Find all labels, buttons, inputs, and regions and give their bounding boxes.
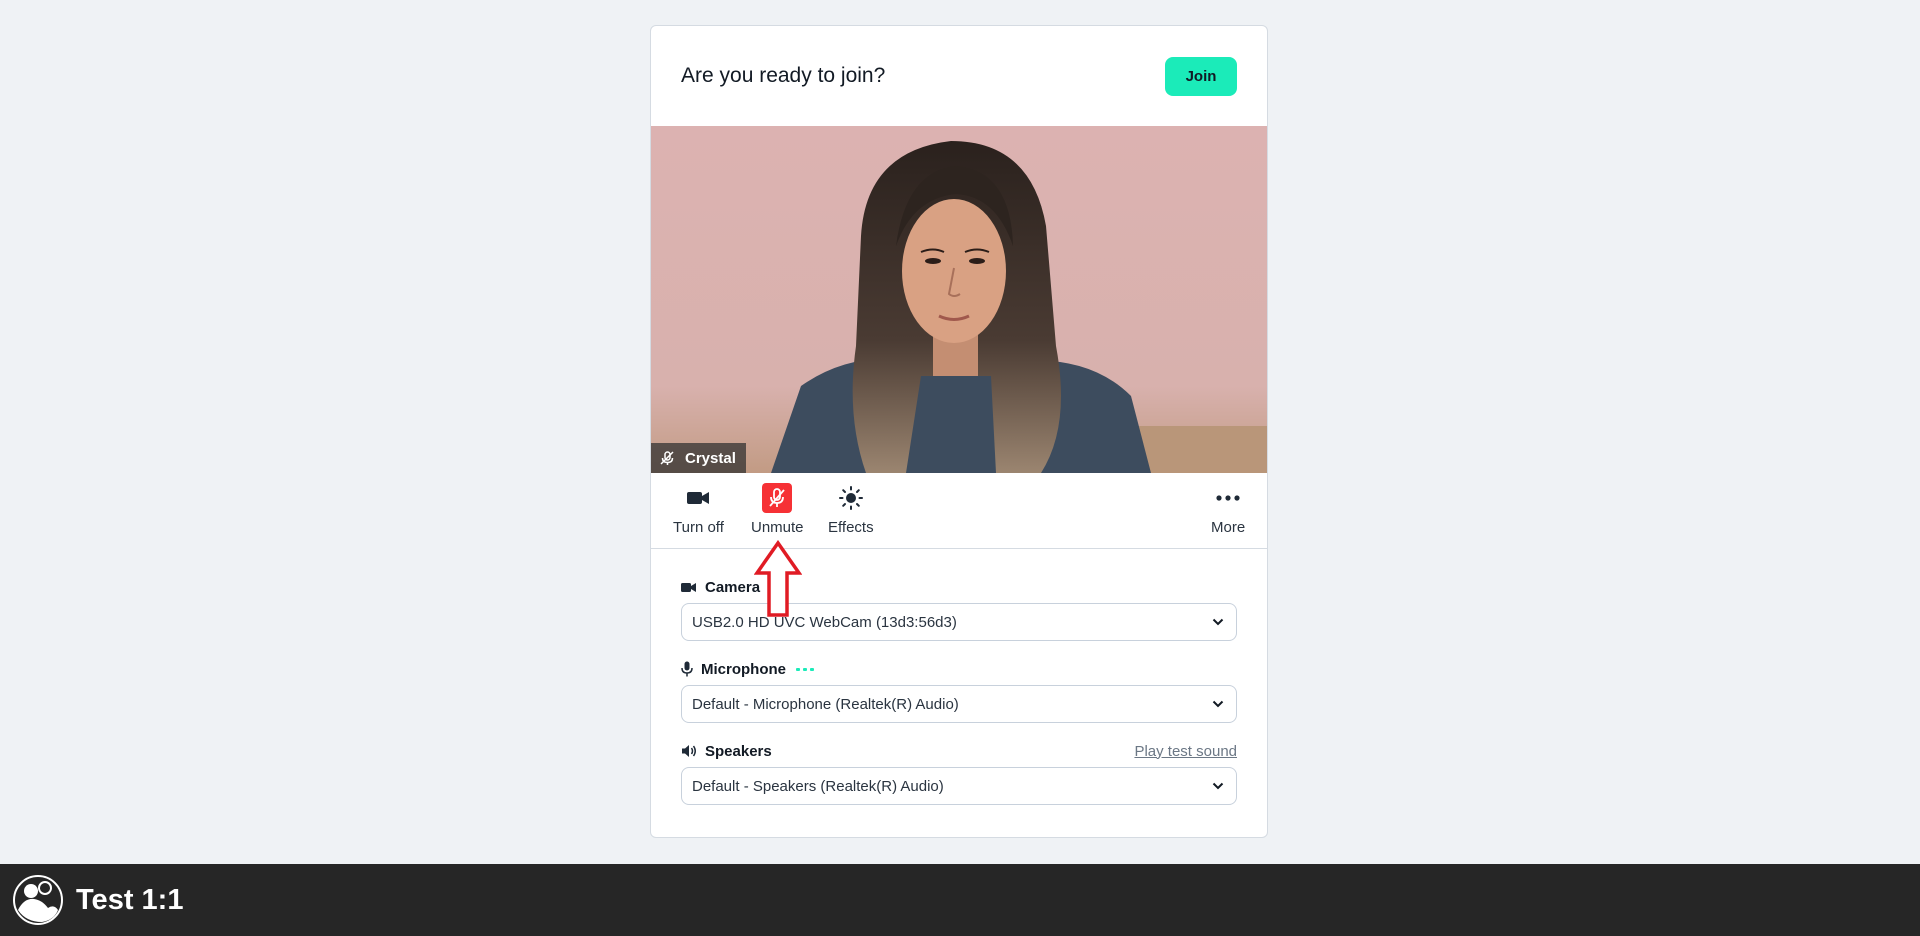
participant-name: Crystal bbox=[685, 449, 736, 467]
device-settings: Camera USB2.0 HD UVC WebCam (13d3:56d3) bbox=[651, 549, 1267, 805]
camera-select-value: USB2.0 HD UVC WebCam (13d3:56d3) bbox=[692, 613, 957, 631]
card-header: Are you ready to join? Join bbox=[651, 26, 1267, 126]
unmute-button[interactable]: Unmute bbox=[751, 483, 804, 536]
speakers-setting: Speakers Play test sound Default - Speak… bbox=[681, 741, 1237, 805]
microphone-select-value: Default - Microphone (Realtek(R) Audio) bbox=[692, 695, 959, 713]
media-controls: Turn off Unmute Effects More bbox=[651, 473, 1267, 549]
chevron-down-icon bbox=[1212, 700, 1224, 708]
microphone-setting: Microphone Default - Microphone (Realtek… bbox=[681, 659, 1237, 723]
effects-label: Effects bbox=[828, 519, 874, 536]
prejoin-title: Are you ready to join? bbox=[681, 64, 886, 87]
bottom-bar: Test 1:1 bbox=[0, 864, 1920, 936]
audio-level-indicator bbox=[796, 667, 814, 671]
video-camera-icon bbox=[681, 582, 696, 592]
speakers-select[interactable]: Default - Speakers (Realtek(R) Audio) bbox=[681, 767, 1237, 805]
chevron-down-icon bbox=[1212, 618, 1224, 626]
effects-button[interactable]: Effects bbox=[828, 483, 874, 536]
chevron-down-icon bbox=[1212, 782, 1224, 790]
speakers-setting-label: Speakers bbox=[681, 743, 772, 760]
ellipsis-icon bbox=[1213, 483, 1243, 513]
speakers-select-value: Default - Speakers (Realtek(R) Audio) bbox=[692, 777, 944, 795]
annotation-arrow-icon bbox=[754, 540, 802, 617]
speaker-icon bbox=[682, 745, 696, 757]
sun-icon bbox=[836, 483, 866, 513]
prejoin-card: Are you ready to join? Join Crystal Turn… bbox=[650, 25, 1268, 838]
video-feed-image bbox=[651, 126, 1267, 473]
camera-toggle-button[interactable]: Turn off bbox=[673, 483, 724, 536]
camera-toggle-label: Turn off bbox=[673, 519, 724, 536]
microphone-select[interactable]: Default - Microphone (Realtek(R) Audio) bbox=[681, 685, 1237, 723]
microphone-off-icon bbox=[660, 451, 674, 465]
more-label: More bbox=[1211, 519, 1246, 536]
speakers-label: Speakers bbox=[705, 742, 772, 760]
speakers-label-row: Speakers Play test sound bbox=[681, 741, 1237, 761]
room-title: Test 1:1 bbox=[76, 883, 184, 916]
microphone-label-row: Microphone bbox=[681, 659, 1237, 679]
microphone-label: Microphone bbox=[701, 660, 786, 678]
microphone-setting-label: Microphone bbox=[681, 661, 814, 678]
more-button[interactable]: More bbox=[1211, 483, 1245, 536]
daily-logo-icon bbox=[13, 875, 63, 925]
video-camera-icon bbox=[683, 483, 713, 513]
prejoin-page: Are you ready to join? Join Crystal Turn… bbox=[0, 0, 1920, 936]
participant-name-tag: Crystal bbox=[651, 443, 746, 473]
camera-setting-label: Camera bbox=[681, 579, 760, 596]
microphone-off-icon bbox=[762, 483, 793, 513]
play-test-sound-link[interactable]: Play test sound bbox=[1134, 743, 1237, 760]
video-preview: Crystal bbox=[651, 126, 1267, 473]
camera-label: Camera bbox=[705, 578, 761, 596]
microphone-icon bbox=[681, 661, 693, 677]
join-button[interactable]: Join bbox=[1165, 56, 1237, 96]
unmute-label: Unmute bbox=[751, 519, 804, 536]
